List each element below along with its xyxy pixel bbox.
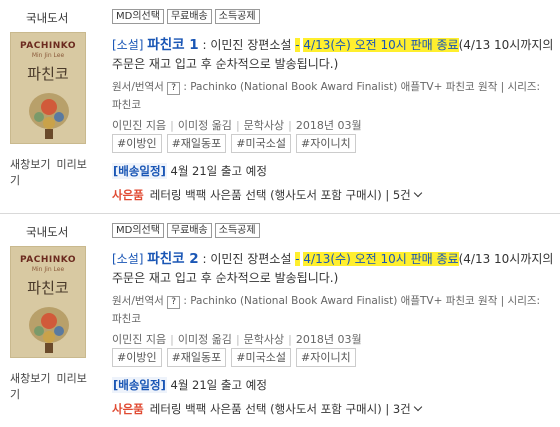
book-title-link[interactable]: 파친코 1 [147, 37, 198, 53]
cover-links: 새창보기 미리보기 [10, 370, 100, 402]
book-left-column: 국내도서 PACHINKO Min Jin Lee 파친코 새창보기 미리보기 [0, 0, 100, 213]
cover-title: PACHINKO [20, 255, 76, 265]
book-title-block: [소설] 파친코 2 : 이민진 장편소설 - 4/13(수) 오전 10시 판… [112, 251, 554, 285]
tag-list: MD의선택 무료배송 소득공제 [112, 223, 260, 238]
title-prefix: [소설] [112, 38, 144, 52]
cover-author: Min Jin Lee [31, 266, 65, 273]
gift-text: 레터링 백팩 사은품 선택 (행사도서 포함 구매시) | 3건 [149, 402, 411, 416]
sale-end-highlight: 4/13(수) 오전 10시 판매 종료 [303, 252, 459, 266]
author-link[interactable]: 이민진 지음 [112, 119, 166, 132]
hashtag-list: #이방인 #재일동포 #미국소설 #자이니치 [112, 348, 356, 367]
book-left-column: 국내도서 PACHINKO Min Jin Lee 파친코 새창보기 미리보기 [0, 214, 100, 427]
author-line: 이민진 지음 | 이미정 옮김 | 문학사상 | 2018년 03월 [112, 333, 362, 346]
gift-info[interactable]: 사은품 레터링 백팩 사은품 선택 (행사도서 포함 구매시) | 5건 [112, 187, 423, 203]
delivery-label: [배송일정] [112, 163, 167, 179]
delivery-date: 4월 21일 출고 예정 [170, 378, 267, 392]
cover-author: Min Jin Lee [31, 52, 65, 59]
hashtag[interactable]: #미국소설 [231, 134, 291, 153]
delivery-info: [배송일정] 4월 21일 출고 예정 [112, 163, 267, 179]
translator-link[interactable]: 이미정 옮김 [178, 119, 232, 132]
cover-title: PACHINKO [20, 41, 76, 51]
hashtag[interactable]: #재일동포 [166, 134, 227, 153]
new-window-link[interactable]: 새창보기 [10, 372, 50, 385]
chevron-down-icon[interactable] [413, 402, 423, 412]
title-prefix: [소설] [112, 252, 144, 266]
book-item: 국내도서 PACHINKO Min Jin Lee 파친코 새창보기 미리보기 M… [0, 0, 560, 213]
author-link[interactable]: 이민진 지음 [112, 333, 166, 346]
cover-korean-title: 파친코 [27, 279, 69, 297]
title-dash: - [295, 252, 300, 266]
title-dash: - [295, 38, 300, 52]
publisher-link[interactable]: 문학사상 [244, 119, 284, 132]
help-question-icon[interactable]: ? [167, 82, 180, 95]
original-meta: 원서/번역서 ? : Pachinko (National Book Award… [112, 292, 552, 328]
hashtag-list: #이방인 #재일동포 #미국소설 #자이니치 [112, 134, 356, 153]
book-title-block: [소설] 파친코 1 : 이민진 장편소설 - 4/13(수) 오전 10시 판… [112, 37, 554, 71]
delivery-info: [배송일정] 4월 21일 출고 예정 [112, 377, 267, 393]
book-subtitle: 이민진 장편소설 [210, 252, 292, 266]
delivery-label: [배송일정] [112, 377, 167, 393]
gift-info[interactable]: 사은품 레터링 백팩 사은품 선택 (행사도서 포함 구매시) | 3건 [112, 401, 423, 417]
hashtag[interactable]: #자이니치 [295, 134, 356, 153]
cover-links: 새창보기 미리보기 [10, 156, 100, 188]
delivery-date: 4월 21일 출고 예정 [170, 164, 267, 178]
publish-date: 2018년 03월 [295, 119, 362, 132]
hashtag[interactable]: #이방인 [112, 348, 162, 367]
book-cover-image[interactable]: PACHINKO Min Jin Lee 파친코 [10, 246, 86, 358]
category-label: 국내도서 [26, 225, 69, 239]
help-question-icon[interactable]: ? [167, 296, 180, 309]
tag-free-shipping: 무료배송 [166, 9, 212, 24]
hashtag[interactable]: #미국소설 [231, 348, 291, 367]
gift-label: 사은품 [112, 402, 144, 416]
gift-label: 사은품 [112, 188, 144, 202]
sale-end-highlight: 4/13(수) 오전 10시 판매 종료 [303, 38, 459, 52]
hashtag[interactable]: #이방인 [112, 134, 162, 153]
book-info: MD의선택 무료배송 소득공제 [소설] 파친코 2 : 이민진 장편소설 - … [112, 214, 560, 427]
tag-md-pick: MD의선택 [112, 9, 164, 24]
original-meta: 원서/번역서 ? : Pachinko (National Book Award… [112, 78, 552, 114]
tag-tax-deduction: 소득공제 [214, 9, 260, 24]
gift-text: 레터링 백팩 사은품 선택 (행사도서 포함 구매시) | 5건 [149, 188, 411, 202]
publish-date: 2018년 03월 [295, 333, 362, 346]
tag-free-shipping: 무료배송 [166, 223, 212, 238]
meta-label: 원서/번역서 [112, 81, 164, 93]
tag-list: MD의선택 무료배송 소득공제 [112, 9, 260, 24]
meta-label: 원서/번역서 [112, 295, 164, 307]
cover-korean-title: 파친코 [27, 65, 69, 83]
tag-tax-deduction: 소득공제 [214, 223, 260, 238]
translator-link[interactable]: 이미정 옮김 [178, 333, 232, 346]
book-item: 국내도서 PACHINKO Min Jin Lee 파친코 새창보기 미리보기 M… [0, 214, 560, 427]
new-window-link[interactable]: 새창보기 [10, 158, 50, 171]
chevron-down-icon[interactable] [413, 188, 423, 198]
hashtag[interactable]: #자이니치 [295, 348, 356, 367]
category-label: 국내도서 [26, 11, 69, 25]
hashtag[interactable]: #재일동포 [166, 348, 227, 367]
book-subtitle: 이민진 장편소설 [210, 38, 292, 52]
author-line: 이민진 지음 | 이미정 옮김 | 문학사상 | 2018년 03월 [112, 119, 362, 132]
cover-art [29, 307, 69, 353]
book-cover-image[interactable]: PACHINKO Min Jin Lee 파친코 [10, 32, 86, 144]
book-title-link[interactable]: 파친코 2 [147, 251, 198, 267]
tag-md-pick: MD의선택 [112, 223, 164, 238]
cover-art [29, 93, 69, 139]
publisher-link[interactable]: 문학사상 [244, 333, 284, 346]
book-info: MD의선택 무료배송 소득공제 [소설] 파친코 1 : 이민진 장편소설 - … [112, 0, 560, 213]
